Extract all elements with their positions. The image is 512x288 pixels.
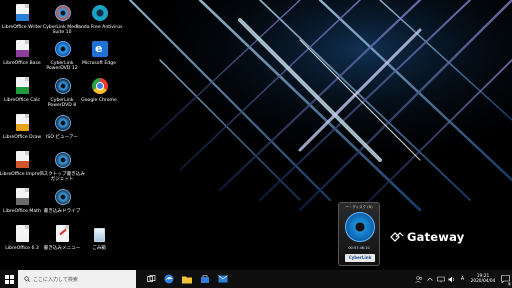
desktop-icon[interactable]: LibreOffice Draw <box>0 114 44 152</box>
microsoft-edge-icon <box>164 274 174 284</box>
chevron-up-icon <box>427 277 433 281</box>
mail-icon <box>218 275 228 283</box>
iso-viewer-icon <box>53 114 71 134</box>
cyberlink-powerdvd-icon <box>53 40 71 60</box>
burning-menu-icon <box>53 225 71 245</box>
gateway-logo: Gateway <box>390 229 464 245</box>
people-icon <box>415 275 423 283</box>
libreoffice-writer-icon <box>13 4 31 24</box>
microsoft-edge-icon: e <box>90 40 108 60</box>
desktop-icon[interactable]: 書き込みドライブ <box>40 188 84 226</box>
taskbar-store[interactable] <box>196 270 214 288</box>
ime-indicator[interactable]: A <box>457 270 468 288</box>
desktop-icon[interactable]: LibreOffice Math <box>0 188 44 226</box>
desktop-icon-label: ISO ビューアー <box>46 135 78 140</box>
libreoffice-impress-icon <box>13 151 31 171</box>
speaker-icon <box>448 276 454 282</box>
desktop-icon[interactable]: LibreOffice Calc <box>0 77 44 115</box>
network-icon <box>436 276 445 282</box>
desktop-burning-gadget-icon <box>53 151 71 171</box>
action-center-button[interactable]: 5 <box>498 270 512 288</box>
desktop-icon[interactable]: e Microsoft Edge <box>77 40 121 78</box>
store-icon <box>201 275 209 283</box>
desktop-icon-label: 書き込みドライブ <box>43 209 81 214</box>
libreoffice-base-icon <box>13 40 31 60</box>
desktop-icon[interactable]: デスクトップ書き込み ガジェット <box>39 151 85 189</box>
tray-people[interactable] <box>413 270 425 288</box>
desktop-icon[interactable]: LibreOffice Base <box>0 40 44 78</box>
google-chrome-icon <box>90 77 108 97</box>
clock-date: 2020/04/04 <box>470 279 496 284</box>
desktop-icon-label: デスクトップ書き込み ガジェット <box>39 172 85 183</box>
desktop-icon[interactable]: Panda Free Antivirus <box>75 4 123 42</box>
libreoffice-icon <box>13 225 31 245</box>
gateway-logo-text: Gateway <box>407 230 465 244</box>
desktop-icon[interactable]: ごみ箱 <box>77 225 121 263</box>
libreoffice-calc-icon <box>13 77 31 97</box>
taskbar-file-explorer[interactable] <box>178 270 196 288</box>
desktop-icon-label: Google Chrome <box>81 98 117 103</box>
desktop-icon[interactable]: ISO ビューアー <box>40 114 84 152</box>
desktop-icon-label: Microsoft Edge <box>82 61 116 66</box>
taskbar-edge[interactable] <box>160 270 178 288</box>
recycle-bin-icon <box>90 225 108 245</box>
panda-antivirus-icon <box>90 4 108 24</box>
clock[interactable]: 19:21 2020/04/04 <box>468 274 498 285</box>
disc-icon[interactable] <box>345 212 375 242</box>
tray-show-hidden[interactable] <box>425 270 435 288</box>
desktop-icon-label: Panda Free Antivirus <box>75 25 123 30</box>
search-icon <box>24 276 30 282</box>
desktop-icon[interactable]: Google Chrome <box>77 77 121 115</box>
gadget-title: ー・ディスク (D) <box>345 205 373 209</box>
cyberlink-brand: CyberLink <box>345 254 375 262</box>
desktop-icon[interactable]: LibreOffice Writer <box>0 4 44 42</box>
gadget-time: 00:57:46:10 <box>348 246 370 250</box>
start-button[interactable] <box>0 270 18 288</box>
tray-volume[interactable] <box>446 270 457 288</box>
libreoffice-math-icon <box>13 188 31 208</box>
search-box[interactable]: ここに入力して検索 <box>18 270 136 288</box>
task-view-icon <box>146 275 155 282</box>
taskbar-mail[interactable] <box>214 270 232 288</box>
task-view-button[interactable] <box>142 270 160 288</box>
search-placeholder: ここに入力して検索 <box>33 276 78 283</box>
desktop-icon-label: ごみ箱 <box>92 246 106 251</box>
folder-icon <box>182 276 192 283</box>
tray-network[interactable] <box>435 270 446 288</box>
libreoffice-draw-icon <box>13 114 31 134</box>
notification-count-badge: 5 <box>507 282 511 286</box>
desktop[interactable]: LibreOffice Writer LibreOffice Base LibreO… <box>0 0 512 270</box>
windows-icon <box>4 274 14 284</box>
taskbar: ここに入力して検索 A 19:21 2020/04/04 5 <box>0 270 512 288</box>
desktop-icon[interactable]: LibreOffice Impress <box>0 151 44 189</box>
desktop-icon[interactable]: LibreOffice 6.3 <box>0 225 44 263</box>
gateway-logo-mark-icon <box>390 232 404 242</box>
burning-gadget[interactable]: ー・ディスク (D) 00:57:46:10 CyberLink <box>338 202 380 266</box>
burning-drive-icon <box>53 188 71 208</box>
cyberlink-power2go-icon <box>53 77 71 97</box>
cyberlink-media-suite-icon <box>53 4 71 24</box>
